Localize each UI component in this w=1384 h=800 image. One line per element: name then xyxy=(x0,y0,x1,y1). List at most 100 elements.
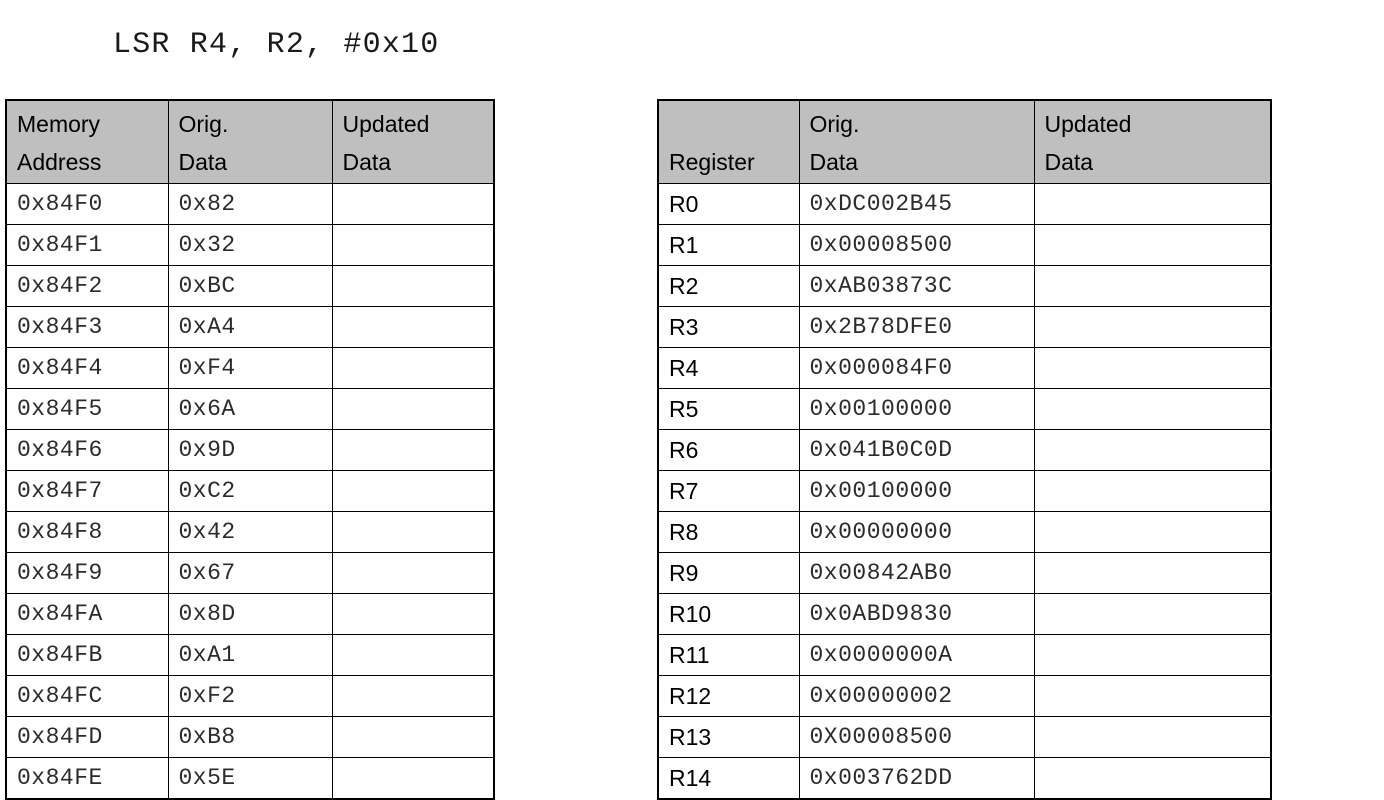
column-header-orig-data: Orig. Data xyxy=(798,99,1035,184)
table-row: 0x84FB 0xA1 xyxy=(5,634,495,676)
cell-updated-data[interactable] xyxy=(1033,388,1272,430)
cell-updated-data[interactable] xyxy=(1033,757,1272,800)
cell-updated-data[interactable] xyxy=(331,511,495,553)
cell-register-name: R2 xyxy=(657,265,800,307)
cell-orig-data: 0xF2 xyxy=(167,675,333,717)
table-row: R2 0xAB03873C xyxy=(657,265,1272,307)
cell-updated-data[interactable] xyxy=(1033,470,1272,512)
table-row: R13 0X00008500 xyxy=(657,716,1272,758)
cell-updated-data[interactable] xyxy=(331,265,495,307)
cell-updated-data[interactable] xyxy=(331,552,495,594)
cell-orig-data: 0x8D xyxy=(167,593,333,635)
cell-register-name: R7 xyxy=(657,470,800,512)
cell-register-name: R9 xyxy=(657,552,800,594)
instruction-title: LSR R4, R2, #0x10 xyxy=(113,28,440,62)
register-header-line1 xyxy=(669,105,799,143)
cell-memory-address: 0x84F8 xyxy=(5,511,169,553)
cell-updated-data[interactable] xyxy=(1033,716,1272,758)
cell-updated-data[interactable] xyxy=(331,470,495,512)
table-row: 0x84FE 0x5E xyxy=(5,757,495,800)
cell-orig-data: 0xBC xyxy=(167,265,333,307)
cell-updated-data[interactable] xyxy=(1033,675,1272,717)
cell-memory-address: 0x84FD xyxy=(5,716,169,758)
cell-register-name: R8 xyxy=(657,511,800,553)
cell-orig-data: 0xAB03873C xyxy=(798,265,1035,307)
column-header-register: Register xyxy=(657,99,800,184)
cell-updated-data[interactable] xyxy=(1033,224,1272,266)
cell-orig-data: 0X00008500 xyxy=(798,716,1035,758)
cell-memory-address: 0x84F0 xyxy=(5,183,169,225)
cell-updated-data[interactable] xyxy=(331,429,495,471)
cell-memory-address: 0x84FA xyxy=(5,593,169,635)
cell-updated-data[interactable] xyxy=(1033,593,1272,635)
cell-orig-data: 0x00000002 xyxy=(798,675,1035,717)
updated-data-header-line2: Data xyxy=(342,149,392,175)
cell-updated-data[interactable] xyxy=(1033,306,1272,348)
cell-updated-data[interactable] xyxy=(1033,511,1272,553)
cell-updated-data[interactable] xyxy=(331,757,495,800)
table-row: 0x84F5 0x6A xyxy=(5,388,495,430)
column-header-orig-data: Orig. Data xyxy=(167,99,333,184)
cell-updated-data[interactable] xyxy=(331,675,495,717)
cell-updated-data[interactable] xyxy=(331,388,495,430)
table-row: R11 0x0000000A xyxy=(657,634,1272,676)
cell-updated-data[interactable] xyxy=(1033,183,1272,225)
table-row: 0x84F7 0xC2 xyxy=(5,470,495,512)
cell-updated-data[interactable] xyxy=(331,347,495,389)
cell-updated-data[interactable] xyxy=(1033,265,1272,307)
cell-updated-data[interactable] xyxy=(1033,347,1272,389)
cell-memory-address: 0x84F4 xyxy=(5,347,169,389)
cell-updated-data[interactable] xyxy=(331,183,495,225)
cell-orig-data: 0x00100000 xyxy=(798,388,1035,430)
cell-register-name: R4 xyxy=(657,347,800,389)
table-row: 0x84FC 0xF2 xyxy=(5,675,495,717)
cell-memory-address: 0x84F3 xyxy=(5,306,169,348)
cell-orig-data: 0xDC002B45 xyxy=(798,183,1035,225)
memory-table: Memory Address Orig. Data Updated Data 0… xyxy=(5,99,495,800)
updated-data-header-line1: Updated xyxy=(1044,111,1132,137)
cell-updated-data[interactable] xyxy=(331,634,495,676)
cell-orig-data: 0xA4 xyxy=(167,306,333,348)
cell-updated-data[interactable] xyxy=(1033,429,1272,471)
cell-register-name: R10 xyxy=(657,593,800,635)
cell-orig-data: 0x42 xyxy=(167,511,333,553)
cell-memory-address: 0x84F7 xyxy=(5,470,169,512)
cell-updated-data[interactable] xyxy=(1033,552,1272,594)
cell-orig-data: 0xA1 xyxy=(167,634,333,676)
cell-orig-data: 0x0ABD9830 xyxy=(798,593,1035,635)
table-row: R7 0x00100000 xyxy=(657,470,1272,512)
memory-table-header-row: Memory Address Orig. Data Updated Data xyxy=(5,99,495,184)
orig-data-header-line1: Orig. xyxy=(178,111,229,137)
cell-register-name: R3 xyxy=(657,306,800,348)
cell-orig-data: 0xC2 xyxy=(167,470,333,512)
cell-orig-data: 0x2B78DFE0 xyxy=(798,306,1035,348)
cell-updated-data[interactable] xyxy=(1033,634,1272,676)
column-header-updated-data: Updated Data xyxy=(331,99,495,184)
orig-data-header-line2: Data xyxy=(178,149,228,175)
column-header-memory-address: Memory Address xyxy=(5,99,169,184)
table-row: R5 0x00100000 xyxy=(657,388,1272,430)
cell-orig-data: 0x041B0C0D xyxy=(798,429,1035,471)
table-row: 0x84F6 0x9D xyxy=(5,429,495,471)
cell-orig-data: 0xB8 xyxy=(167,716,333,758)
cell-register-name: R0 xyxy=(657,183,800,225)
table-row: R6 0x041B0C0D xyxy=(657,429,1272,471)
orig-data-header-line2: Data xyxy=(809,149,859,175)
cell-orig-data: 0x32 xyxy=(167,224,333,266)
cell-memory-address: 0x84F2 xyxy=(5,265,169,307)
table-row: 0x84FA 0x8D xyxy=(5,593,495,635)
cell-updated-data[interactable] xyxy=(331,224,495,266)
cell-updated-data[interactable] xyxy=(331,306,495,348)
cell-memory-address: 0x84FE xyxy=(5,757,169,800)
cell-orig-data: 0x00008500 xyxy=(798,224,1035,266)
cell-orig-data: 0xF4 xyxy=(167,347,333,389)
table-row: R3 0x2B78DFE0 xyxy=(657,306,1272,348)
table-row: R9 0x00842AB0 xyxy=(657,552,1272,594)
updated-data-header-line1: Updated xyxy=(342,111,430,137)
cell-updated-data[interactable] xyxy=(331,593,495,635)
cell-memory-address: 0x84F5 xyxy=(5,388,169,430)
table-row: R1 0x00008500 xyxy=(657,224,1272,266)
table-row: 0x84F2 0xBC xyxy=(5,265,495,307)
cell-updated-data[interactable] xyxy=(331,716,495,758)
cell-orig-data: 0x9D xyxy=(167,429,333,471)
